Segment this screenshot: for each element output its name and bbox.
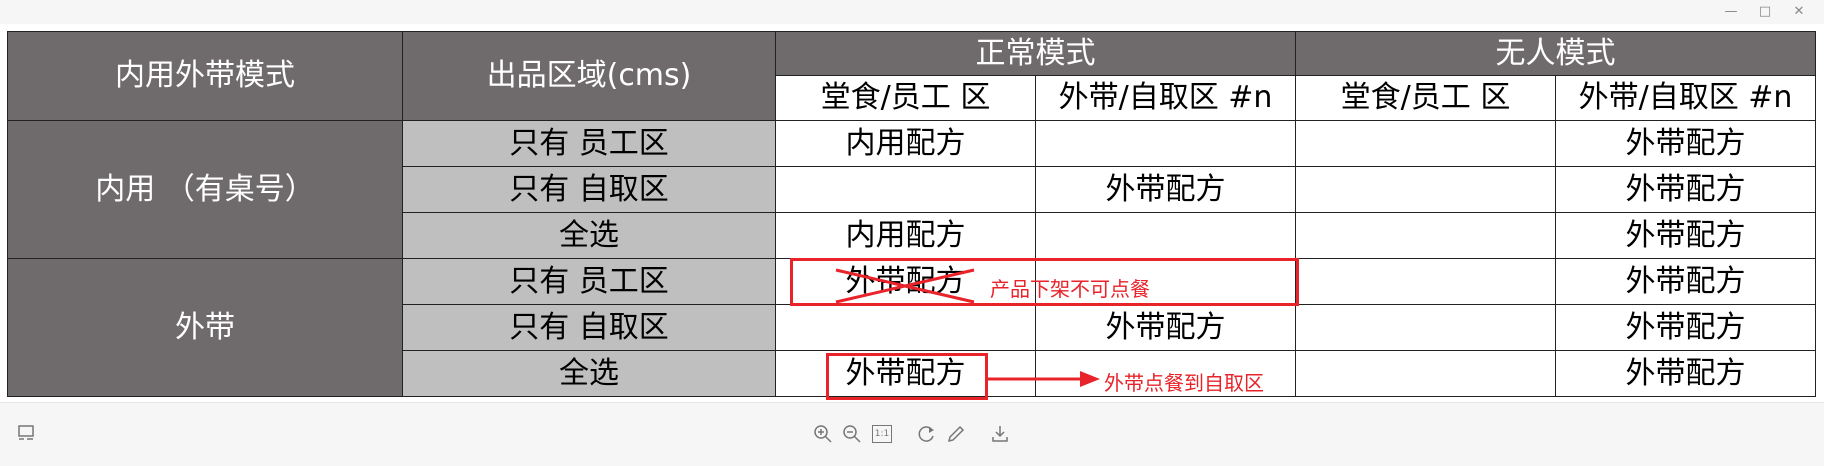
zoom-in-icon[interactable] <box>813 424 833 444</box>
table-cell: 外带配方 <box>1035 304 1296 351</box>
header-unmanned-dinein: 堂食/员工 区 <box>1295 75 1556 121</box>
strike-cross-icon <box>835 268 975 304</box>
group-label-takeout: 外带 <box>7 258 403 397</box>
table-cell: 外带配方 <box>1555 120 1816 167</box>
table-cell: 外带配方 <box>1555 258 1816 305</box>
rotate-icon[interactable] <box>917 424 937 444</box>
table-cell: 内用配方 <box>775 120 1036 167</box>
area-cell: 只有 员工区 <box>402 258 776 305</box>
header-normal-dinein: 堂食/员工 区 <box>775 75 1036 121</box>
table-cell <box>1295 304 1556 351</box>
zoom-out-icon[interactable] <box>842 424 862 444</box>
area-cell: 只有 自取区 <box>402 166 776 213</box>
close-icon[interactable]: ✕ <box>1792 4 1806 19</box>
area-cell: 全选 <box>402 350 776 397</box>
table-cell <box>775 166 1036 213</box>
table-row: 内用 （有桌号） 只有 员工区 内用配方 外带配方 <box>7 120 1816 259</box>
header-unmanned-takeout: 外带/自取区 #n <box>1555 75 1816 121</box>
annotation-note-unavailable: 产品下架不可点餐 <box>990 277 1150 301</box>
maximize-icon[interactable]: □ <box>1758 4 1772 19</box>
table-cell <box>1295 212 1556 259</box>
table-cell <box>1035 212 1296 259</box>
minimize-icon[interactable]: — <box>1724 4 1738 19</box>
area-cell: 全选 <box>402 212 776 259</box>
arrow-right-icon <box>988 371 1100 387</box>
table-cell: 外带配方 <box>1555 212 1816 259</box>
area-cell: 只有 自取区 <box>402 304 776 351</box>
table-cell <box>1035 120 1296 167</box>
table-cell <box>775 304 1036 351</box>
annotation-box-pickup <box>826 353 988 400</box>
edit-icon[interactable] <box>946 424 966 444</box>
table-cell <box>1295 258 1556 305</box>
header-normal-mode: 正常模式 <box>775 31 1296 76</box>
annotation-note-pickup: 外带点餐到自取区 <box>1104 371 1264 395</box>
table-cell <box>1295 166 1556 213</box>
mode-table: 内用外带模式 出品区域(cms) 正常模式 无人模式 堂食/员工 区 外带/自取… <box>7 31 1816 397</box>
area-cell: 只有 员工区 <box>402 120 776 167</box>
window-controls: — □ ✕ <box>1724 4 1806 19</box>
header-unmanned-mode: 无人模式 <box>1295 31 1816 76</box>
table-cell: 外带配方 <box>1555 304 1816 351</box>
header-mode: 内用外带模式 <box>7 31 403 121</box>
download-icon[interactable] <box>990 424 1010 444</box>
header-normal-takeout: 外带/自取区 #n <box>1035 75 1296 121</box>
table-cell: 外带配方 <box>1555 166 1816 213</box>
table-cell <box>1295 120 1556 167</box>
table-cell: 内用配方 <box>775 212 1036 259</box>
panel-toggle-icon[interactable] <box>17 424 35 442</box>
group-label-dinein: 内用 （有桌号） <box>7 120 403 259</box>
table-cell <box>1295 350 1556 397</box>
header-area: 出品区域(cms) <box>402 31 776 121</box>
table-cell: 外带配方 <box>1035 166 1296 213</box>
table-cell: 外带配方 <box>1555 350 1816 397</box>
actual-size-icon[interactable]: 1:1 <box>872 425 892 443</box>
viewer-toolbar: 1:1 <box>0 402 1824 466</box>
